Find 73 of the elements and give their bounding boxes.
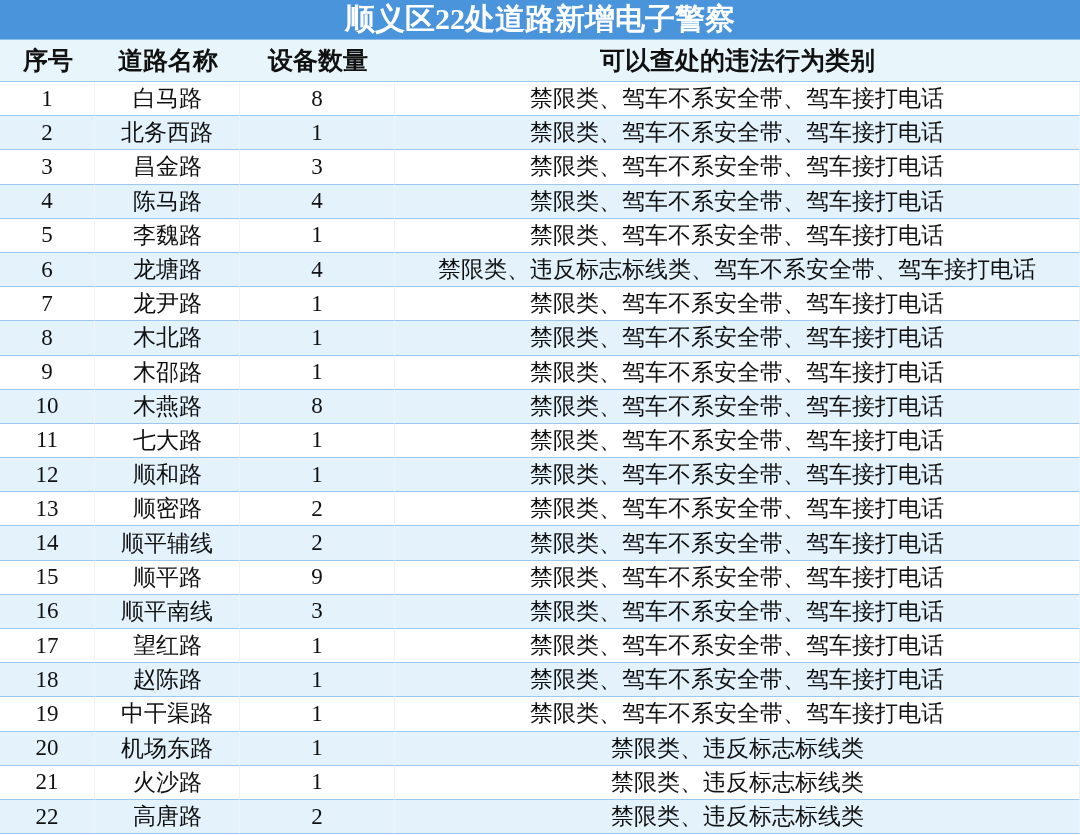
table-cell: 3 bbox=[240, 150, 395, 185]
table-cell: 禁限类、违反标志标线类 bbox=[395, 765, 1080, 800]
table-cell: 昌金路 bbox=[95, 150, 240, 185]
table-cell: 15 bbox=[0, 560, 95, 595]
table-cell: 顺和路 bbox=[95, 458, 240, 493]
table-cell: 木北路 bbox=[95, 321, 240, 356]
column-header: 序号 bbox=[0, 40, 95, 82]
table-cell: 木邵路 bbox=[95, 355, 240, 390]
table-cell: 3 bbox=[0, 150, 95, 185]
table-cell: 4 bbox=[240, 184, 395, 219]
table-cell: 1 bbox=[240, 321, 395, 356]
table-cell: 1 bbox=[240, 218, 395, 253]
table-cell: 禁限类、驾车不系安全带、驾车接打电话 bbox=[395, 116, 1080, 151]
table-cell: 14 bbox=[0, 526, 95, 561]
table-cell: 顺平南线 bbox=[95, 594, 240, 629]
table-cell: 2 bbox=[240, 526, 395, 561]
table-cell: 顺平路 bbox=[95, 560, 240, 595]
table-cell: 赵陈路 bbox=[95, 663, 240, 698]
table-cell: 龙塘路 bbox=[95, 252, 240, 288]
table-cell: 禁限类、违反标志标线类、驾车不系安全带、驾车接打电话 bbox=[395, 252, 1080, 288]
table-cell: 8 bbox=[0, 321, 95, 356]
table-cell: 10 bbox=[0, 389, 95, 424]
table-cell: 12 bbox=[0, 458, 95, 493]
column-header: 道路名称 bbox=[95, 40, 240, 82]
table-cell: 禁限类、驾车不系安全带、驾车接打电话 bbox=[395, 389, 1080, 424]
table-cell: 禁限类、驾车不系安全带、驾车接打电话 bbox=[395, 560, 1080, 595]
table-cell: 禁限类、驾车不系安全带、驾车接打电话 bbox=[395, 150, 1080, 185]
table-cell: 4 bbox=[0, 184, 95, 219]
table-cell: 禁限类、驾车不系安全带、驾车接打电话 bbox=[395, 355, 1080, 390]
column-header: 设备数量 bbox=[240, 40, 395, 82]
table-cell: 禁限类、驾车不系安全带、驾车接打电话 bbox=[395, 321, 1080, 356]
table-cell: 21 bbox=[0, 765, 95, 800]
table-cell: 4 bbox=[240, 252, 395, 288]
table-cell: 1 bbox=[240, 663, 395, 698]
table-cell: 6 bbox=[0, 252, 95, 288]
table-cell: 3 bbox=[240, 594, 395, 629]
table-cell: 禁限类、驾车不系安全带、驾车接打电话 bbox=[395, 218, 1080, 253]
table-cell: 禁限类、驾车不系安全带、驾车接打电话 bbox=[395, 594, 1080, 629]
table-cell: 5 bbox=[0, 218, 95, 253]
table-cell: 北务西路 bbox=[95, 116, 240, 151]
table-cell: 中干渠路 bbox=[95, 697, 240, 732]
table-cell: 18 bbox=[0, 663, 95, 698]
table-cell: 顺平辅线 bbox=[95, 526, 240, 561]
table-cell: 1 bbox=[240, 458, 395, 493]
table-cell: 9 bbox=[240, 560, 395, 595]
table-cell: 22 bbox=[0, 799, 95, 835]
table-title: 顺义区22处道路新增电子警察 bbox=[0, 0, 1080, 40]
table-cell: 禁限类、驾车不系安全带、驾车接打电话 bbox=[395, 184, 1080, 219]
table-cell: 禁限类、驾车不系安全带、驾车接打电话 bbox=[395, 458, 1080, 493]
table-cell: 1 bbox=[240, 355, 395, 390]
table-cell: 禁限类、驾车不系安全带、驾车接打电话 bbox=[395, 526, 1080, 561]
column-header: 可以查处的违法行为类别 bbox=[395, 40, 1080, 82]
table-cell: 木燕路 bbox=[95, 389, 240, 424]
table-cell: 陈马路 bbox=[95, 184, 240, 219]
table-cell: 高唐路 bbox=[95, 799, 240, 835]
table-cell: 1 bbox=[240, 731, 395, 766]
table-cell: 1 bbox=[240, 765, 395, 800]
table-cell: 1 bbox=[240, 697, 395, 732]
table-cell: 李魏路 bbox=[95, 218, 240, 253]
table-cell: 禁限类、驾车不系安全带、驾车接打电话 bbox=[395, 697, 1080, 732]
table-cell: 机场东路 bbox=[95, 731, 240, 766]
table-cell: 16 bbox=[0, 594, 95, 629]
table-cell: 火沙路 bbox=[95, 765, 240, 800]
table-cell: 2 bbox=[0, 116, 95, 151]
table-cell: 禁限类、违反标志标线类 bbox=[395, 731, 1080, 766]
table-cell: 2 bbox=[240, 799, 395, 835]
table-cell: 20 bbox=[0, 731, 95, 766]
table-cell: 1 bbox=[240, 116, 395, 151]
table-cell: 禁限类、违反标志标线类 bbox=[395, 799, 1080, 835]
table-cell: 9 bbox=[0, 355, 95, 390]
table-cell: 8 bbox=[240, 389, 395, 424]
table-cell: 19 bbox=[0, 697, 95, 732]
table-cell: 禁限类、驾车不系安全带、驾车接打电话 bbox=[395, 663, 1080, 698]
